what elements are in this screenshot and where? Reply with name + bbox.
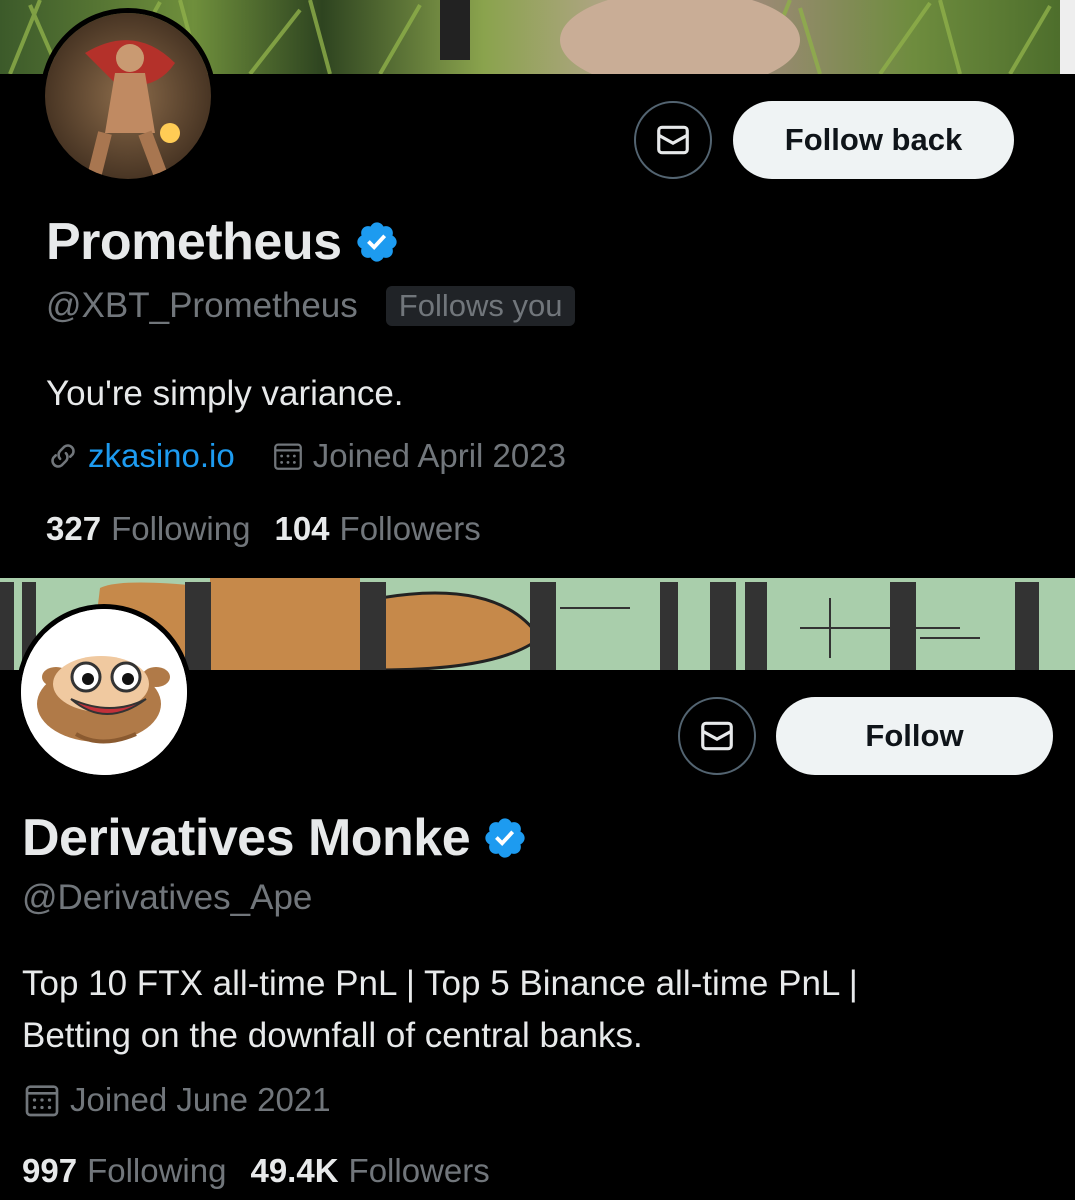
avatar[interactable] [40,8,216,184]
display-name-row: Derivatives Monke [22,808,528,868]
follow-button[interactable]: Follow [776,697,1053,775]
link-icon [51,444,75,468]
followers-count: 49.4K [250,1152,339,1189]
envelope-icon [657,125,689,155]
handle-row: @XBT_Prometheus Follows you [46,286,576,326]
message-button[interactable] [634,101,712,179]
joined-date: Joined April 2023 [271,437,566,475]
bio-line: Top 10 FTX all-time PnL | Top 5 Binance … [22,964,858,1003]
followers-label: Followers [348,1152,490,1189]
display-name: Prometheus [46,213,342,271]
profile-card-prometheus: Follow back Prometheus @XBT_Prometheus F… [0,0,1075,578]
profile-meta-row: zkasino.io Joined April 2023 [46,437,566,475]
bio: You're simply variance. [46,374,404,413]
verified-badge-icon [485,818,525,858]
followers-stat[interactable]: 49.4K Followers [250,1152,489,1190]
bio-line: Betting on the downfall of central banks… [22,1016,643,1055]
followers-count: 104 [274,510,330,547]
website-text[interactable]: zkasino.io [88,437,235,475]
display-name: Derivatives Monke [22,809,471,867]
website-link[interactable]: zkasino.io [46,437,235,475]
bio: Top 10 FTX all-time PnL | Top 5 Binance … [22,958,858,1062]
profile-card-derivatives-monke: Follow Derivatives Monke @Derivatives_Ap… [0,578,1075,1200]
profile-meta-row: Joined June 2021 [22,1080,331,1120]
following-count: 327 [46,510,102,547]
envelope-icon [701,721,733,751]
display-name-row: Prometheus [46,212,400,272]
follow-back-button[interactable]: Follow back [733,101,1014,179]
following-stat[interactable]: 327 Following [46,510,250,548]
following-label: Following [87,1152,227,1189]
following-stat[interactable]: 997 Following [22,1152,226,1190]
following-label: Following [111,510,251,547]
calendar-icon [273,443,302,470]
followers-stat[interactable]: 104 Followers [274,510,480,548]
joined-text: Joined June 2021 [70,1081,331,1118]
follow-stats: 327 Following 104 Followers [46,510,505,548]
joined-text: Joined April 2023 [312,437,566,474]
message-button[interactable] [678,697,756,775]
handle: @Derivatives_Ape [22,878,313,917]
calendar-icon [25,1085,59,1117]
handle: @XBT_Prometheus [46,286,358,325]
joined-date: Joined June 2021 [22,1080,331,1120]
handle-row: @Derivatives_Ape [22,878,312,918]
following-count: 997 [22,1152,78,1189]
banner-object [440,0,470,60]
followers-label: Followers [339,510,481,547]
verified-badge-icon [356,222,397,262]
follow-stats: 997 Following 49.4K Followers [22,1152,514,1190]
avatar[interactable] [16,604,192,780]
follows-you-badge: Follows you [385,286,576,326]
